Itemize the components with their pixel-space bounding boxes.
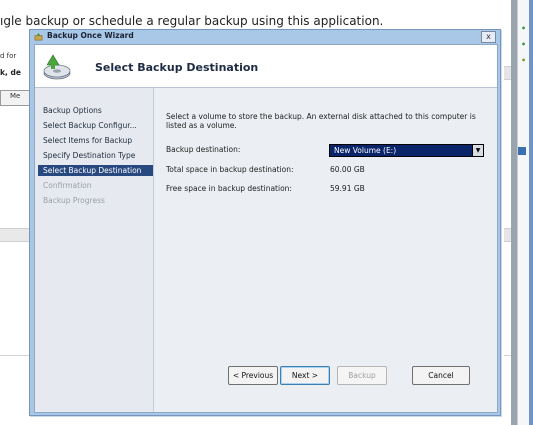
- cancel-button[interactable]: Cancel: [412, 366, 470, 385]
- background-left-bold-text: k, de: [0, 68, 21, 77]
- background-green-icon: •: [521, 56, 527, 65]
- background-blue-icon: [518, 147, 526, 155]
- wizard-client-area: Select Backup Destination Backup Options…: [34, 44, 498, 413]
- backup-destination-dropdown[interactable]: New Volume (E:) ▼: [329, 144, 484, 157]
- total-space-value: 60.00 GB: [330, 165, 365, 174]
- backup-once-wizard-window: Backup Once Wizard x Select Backup Desti…: [29, 29, 501, 416]
- background-band-right-2: [504, 228, 511, 242]
- wizard-title: Backup Once Wizard: [47, 31, 134, 40]
- free-space-value: 59.91 GB: [330, 184, 365, 193]
- wizard-steps-pane: Backup Options Select Backup Configur...…: [35, 88, 154, 412]
- step-backup-progress: Backup Progress: [43, 196, 105, 205]
- step-select-backup-configuration[interactable]: Select Backup Configur...: [43, 121, 137, 130]
- wizard-title-bar[interactable]: Backup Once Wizard x: [30, 30, 500, 43]
- background-green-icon: •: [521, 40, 527, 49]
- background-band-left: [0, 228, 31, 242]
- background-left-text: d for: [0, 52, 17, 60]
- wizard-header: Select Backup Destination: [35, 45, 497, 88]
- close-button[interactable]: x: [481, 31, 496, 43]
- backup-button: Backup: [337, 366, 387, 385]
- background-divider: [0, 355, 30, 356]
- step-select-items-for-backup[interactable]: Select Items for Backup: [43, 136, 132, 145]
- backup-destination-label: Backup destination:: [166, 145, 241, 154]
- backup-destination-value: New Volume (E:): [334, 146, 397, 155]
- step-backup-options[interactable]: Backup Options: [43, 106, 102, 115]
- step-specify-destination-type[interactable]: Specify Destination Type: [43, 151, 135, 160]
- backup-wizard-icon: [34, 32, 43, 41]
- backup-disk-icon: [43, 54, 71, 80]
- background-green-icon: •: [521, 24, 527, 33]
- background-instructions-text: ıgle backup or schedule a regular backup…: [0, 14, 384, 28]
- next-button[interactable]: Next >: [280, 366, 330, 385]
- chevron-down-icon[interactable]: ▼: [472, 145, 483, 156]
- previous-button[interactable]: < Previous: [228, 366, 278, 385]
- background-left-field-label: Me: [10, 92, 21, 100]
- total-space-label: Total space in backup destination:: [166, 165, 294, 174]
- background-right-bar: [529, 0, 533, 425]
- page-title: Select Backup Destination: [95, 61, 259, 74]
- step-confirmation: Confirmation: [43, 181, 92, 190]
- wizard-content-pane: Select a volume to store the backup. An …: [154, 88, 497, 412]
- description-text: Select a volume to store the backup. An …: [166, 112, 476, 130]
- step-select-backup-destination[interactable]: Select Backup Destination: [38, 165, 153, 176]
- background-band-right-1: [504, 66, 511, 80]
- background-divider-right: [504, 355, 511, 356]
- free-space-label: Free space in backup destination:: [166, 184, 292, 193]
